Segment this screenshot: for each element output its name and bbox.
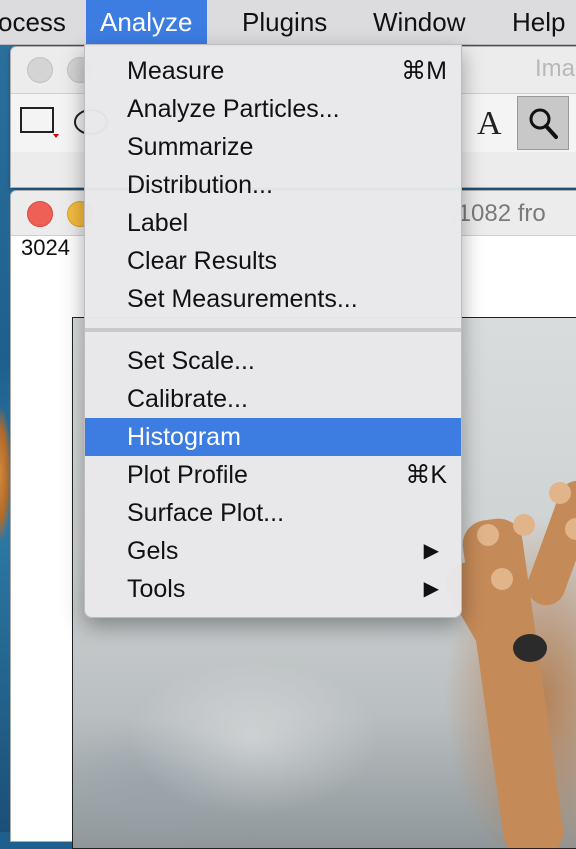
menu-item-tools[interactable]: Tools ▶: [85, 570, 461, 608]
menu-item-label: Measure: [127, 57, 225, 85]
menu-item-label: Distribution...: [127, 171, 273, 199]
menu-item-surface-plot[interactable]: Surface Plot...: [85, 494, 461, 532]
menu-item-distribution[interactable]: Distribution...: [85, 166, 461, 204]
menu-item-set-scale[interactable]: Set Scale...: [85, 342, 461, 380]
menu-item-label: Set Measurements...: [127, 285, 358, 313]
menu-separator: [85, 328, 461, 332]
coral-polyp: [549, 482, 571, 504]
magnifier-icon: [529, 108, 558, 139]
menu-bar: ocess Analyze Plugins Window Help: [0, 0, 576, 45]
menu-item-label: Surface Plot...: [127, 499, 285, 527]
rectangle-selection-icon: [20, 107, 59, 138]
zoom-tool-button[interactable]: [517, 96, 569, 150]
coral-polyp: [513, 514, 535, 536]
dark-object: [513, 634, 547, 662]
menu-item-label: Plot Profile: [127, 461, 248, 489]
menu-item-label: Histogram: [127, 423, 241, 451]
menu-help[interactable]: Help: [498, 0, 576, 44]
menu-item-calibrate[interactable]: Calibrate...: [85, 380, 461, 418]
menu-item-measure[interactable]: Measure ⌘M: [85, 52, 461, 90]
image-window-title: ,1082 fro: [451, 200, 546, 227]
menu-item-label: Label: [127, 209, 189, 237]
menu-item-summarize[interactable]: Summarize: [85, 128, 461, 166]
menu-item-label: Tools: [127, 575, 186, 603]
text-tool-button[interactable]: A: [465, 96, 515, 148]
coral-polyp: [491, 568, 513, 590]
text-tool-icon: A: [477, 105, 502, 142]
menu-item-label: Gels: [127, 537, 179, 565]
menu-item-set-measurements[interactable]: Set Measurements...: [85, 280, 461, 318]
menu-item-plot-profile[interactable]: Plot Profile ⌘K: [85, 456, 461, 494]
menu-item-label: Summarize: [127, 133, 254, 161]
menu-item-clear-results[interactable]: Clear Results: [85, 242, 461, 280]
menu-plugins[interactable]: Plugins: [228, 0, 341, 44]
coral-polyp: [477, 524, 499, 546]
menu-item-shortcut: ⌘M: [401, 57, 447, 85]
menu-item-label: Calibrate...: [127, 385, 248, 413]
menu-item-histogram[interactable]: Histogram: [85, 418, 461, 456]
menu-item-label[interactable]: Label: [85, 204, 461, 242]
menu-item-analyze-particles[interactable]: Analyze Particles...: [85, 90, 461, 128]
svg-text:A: A: [477, 105, 502, 142]
menu-process[interactable]: ocess: [0, 0, 80, 44]
analyze-menu: Measure ⌘M Analyze Particles... Summariz…: [84, 44, 462, 618]
menu-analyze[interactable]: Analyze: [86, 0, 207, 44]
submenu-arrow-icon: ▶: [423, 578, 439, 600]
menu-item-label: Clear Results: [127, 247, 278, 275]
menu-item-label: Analyze Particles...: [127, 95, 340, 123]
close-button[interactable]: [27, 57, 53, 83]
menu-item-shortcut: ⌘K: [405, 461, 447, 489]
rectangle-tool-button[interactable]: [13, 96, 63, 148]
menu-item-label: Set Scale...: [127, 347, 255, 375]
close-button[interactable]: [27, 201, 53, 227]
menu-item-gels[interactable]: Gels ▶: [85, 532, 461, 570]
image-info-line: 3024: [21, 235, 70, 260]
toolbar-window-title: Ima: [535, 55, 576, 82]
menu-window[interactable]: Window: [359, 0, 479, 44]
submenu-arrow-icon: ▶: [423, 540, 439, 562]
